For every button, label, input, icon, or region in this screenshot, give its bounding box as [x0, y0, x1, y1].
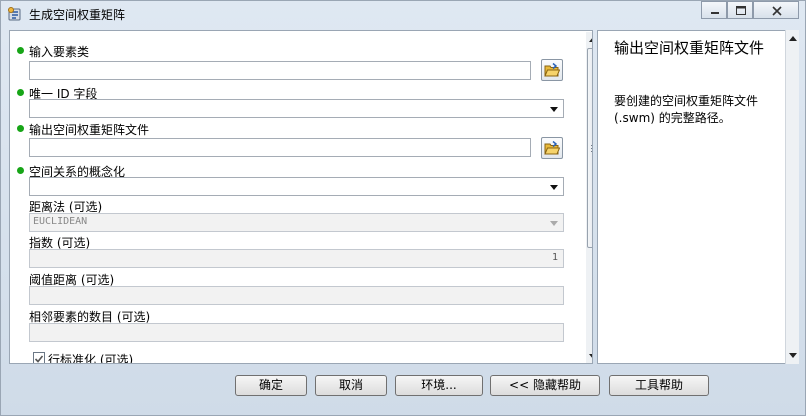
- check-icon: [34, 355, 44, 363]
- input-features-label: 输入要素类: [29, 45, 90, 59]
- grip-icon: [591, 145, 592, 146]
- grip-icon: [591, 151, 592, 152]
- grip-icon: [591, 148, 592, 149]
- help-pane: 输出空间权重矩阵文件 要创建的空间权重矩阵文件 (.swm) 的完整路径。: [597, 30, 797, 364]
- open-folder-icon: [544, 62, 560, 77]
- parameters-pane[interactable]: 输入要素类 唯一 ID 字段 输出空间权重矩阵文件 空间关系的概念化 距离法 (…: [9, 30, 593, 364]
- required-dot: [17, 47, 24, 54]
- hide-help-button[interactable]: << 隐藏帮助: [490, 375, 600, 396]
- help-scrollbar[interactable]: [785, 30, 799, 364]
- close-icon: [772, 6, 782, 16]
- scroll-up-icon[interactable]: [589, 37, 592, 42]
- exponent-field[interactable]: 1: [29, 249, 564, 268]
- input-features-field[interactable]: [29, 61, 531, 80]
- dialog-window: 生成空间权重矩阵 输入要素类 唯一 ID 字段 输出空间权重矩阵文件 空间关系的…: [0, 0, 806, 416]
- tool-help-button[interactable]: 工具帮助: [609, 375, 709, 396]
- parameters-scrollbar[interactable]: [586, 32, 592, 363]
- maximize-button[interactable]: [727, 1, 753, 19]
- chevron-down-icon: [550, 221, 558, 226]
- required-dot: [17, 89, 24, 96]
- window-title: 生成空间权重矩阵: [29, 8, 126, 22]
- scroll-down-icon[interactable]: [589, 354, 592, 359]
- minimize-icon: [711, 12, 719, 14]
- open-folder-icon: [544, 140, 560, 155]
- scroll-up-icon[interactable]: [789, 36, 797, 41]
- ok-button[interactable]: 确定: [235, 375, 307, 396]
- cancel-button[interactable]: 取消: [315, 375, 387, 396]
- help-body: 要创建的空间权重矩阵文件 (.swm) 的完整路径。: [614, 94, 759, 125]
- output-file-browse-button[interactable]: [541, 137, 563, 159]
- title-bar[interactable]: 生成空间权重矩阵: [1, 1, 805, 27]
- neighbors-field[interactable]: [29, 323, 564, 342]
- help-title: 输出空间权重矩阵文件: [614, 39, 765, 57]
- maximize-icon: [736, 6, 746, 15]
- required-dot: [17, 167, 24, 174]
- environments-button[interactable]: 环境...: [395, 375, 483, 396]
- threshold-field[interactable]: [29, 286, 564, 305]
- button-bar: 确定 取消 环境... << 隐藏帮助 工具帮助: [9, 365, 799, 409]
- scroll-thumb[interactable]: [587, 48, 592, 248]
- input-features-browse-button[interactable]: [541, 59, 563, 81]
- distance-method-dropdown[interactable]: EUCLIDEAN: [29, 213, 564, 232]
- close-button[interactable]: [753, 1, 799, 19]
- toolbox-icon: [8, 7, 21, 21]
- row-standardization-label: 行标准化 (可选): [48, 353, 134, 364]
- required-dot: [17, 125, 24, 132]
- chevron-down-icon: [550, 107, 558, 112]
- conceptualization-dropdown[interactable]: [29, 177, 564, 196]
- output-file-field[interactable]: [29, 138, 531, 157]
- scroll-down-icon[interactable]: [789, 353, 797, 358]
- minimize-button[interactable]: [701, 1, 727, 19]
- unique-id-dropdown[interactable]: [29, 99, 564, 118]
- chevron-down-icon: [550, 185, 558, 190]
- row-standardization-checkbox[interactable]: [33, 352, 45, 363]
- output-file-label: 输出空间权重矩阵文件: [29, 123, 150, 137]
